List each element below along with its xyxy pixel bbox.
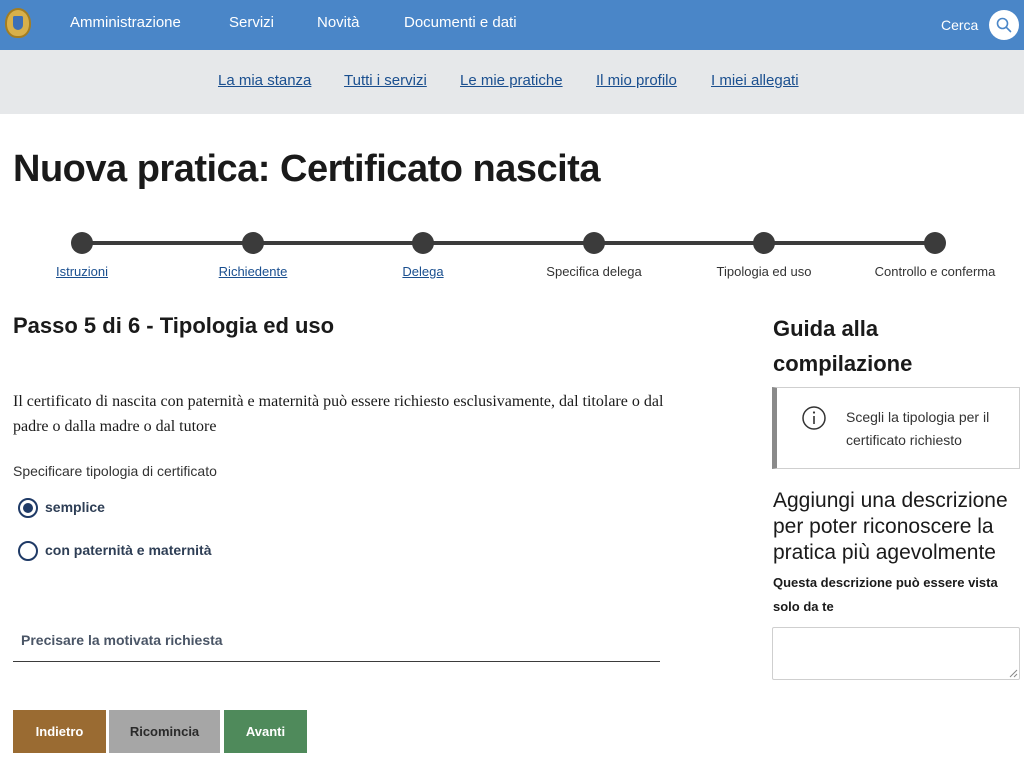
nav-amministrazione[interactable]: Amministrazione [70, 14, 181, 31]
step-label-tipologia-ed-uso: Tipologia ed uso [716, 264, 812, 279]
step-link-istruzioni[interactable]: Istruzioni [56, 264, 108, 279]
step-heading: Passo 5 di 6 - Tipologia ed uso [13, 313, 335, 338]
description-subtitle: Questa descrizione può essere vista solo… [773, 575, 998, 614]
subnav-la-mia-stanza[interactable]: La mia stanza [218, 72, 311, 89]
resize-grip-icon[interactable] [1009, 669, 1018, 678]
secondary-nav: La mia stanza Tutti i servizi Le mie pra… [0, 50, 1024, 114]
step-dot-1 [71, 232, 93, 254]
coat-of-arms-icon [13, 16, 23, 30]
step-dot-2 [242, 232, 264, 254]
step-link-delega[interactable]: Delega [402, 264, 443, 279]
step-link-richiedente[interactable]: Richiedente [219, 264, 288, 279]
motivation-input[interactable]: Precisare la motivata richiesta [13, 628, 660, 662]
search-button[interactable] [989, 10, 1019, 40]
search-icon [996, 17, 1012, 33]
subnav-il-mio-profilo[interactable]: Il mio profilo [596, 72, 677, 89]
step-dot-3 [412, 232, 434, 254]
guide-title: Guida alla compilazione [773, 316, 913, 376]
nav-novita[interactable]: Novità [317, 14, 360, 31]
nav-servizi[interactable]: Servizi [229, 14, 274, 31]
subnav-le-mie-pratiche[interactable]: Le mie pratiche [460, 72, 563, 89]
search-label[interactable]: Cerca [941, 17, 978, 33]
subnav-i-miei-allegati[interactable]: I miei allegati [711, 72, 799, 89]
subnav-tutti-i-servizi[interactable]: Tutti i servizi [344, 72, 427, 89]
step-dot-5 [753, 232, 775, 254]
guide-callout: Scegli la tipologia per il certificato r… [772, 387, 1020, 469]
restart-button[interactable]: Ricomincia [109, 710, 220, 753]
next-button[interactable]: Avanti [224, 710, 307, 753]
nav-documenti-e-dati[interactable]: Documenti e dati [404, 14, 517, 31]
info-icon [802, 406, 826, 430]
step-dot-6 [924, 232, 946, 254]
top-navbar: Amministrazione Servizi Novità Documenti… [0, 0, 1024, 50]
guide-text: Scegli la tipologia per il certificato r… [846, 409, 990, 448]
motivation-label: Precisare la motivata richiesta [21, 632, 223, 648]
radio-semplice[interactable] [18, 498, 38, 518]
stepper-line [82, 241, 935, 245]
description-title: Aggiungi una descrizione per poter ricon… [773, 489, 1008, 564]
radio-label-paternita-maternita[interactable]: con paternità e maternità [45, 542, 212, 558]
municipality-logo[interactable] [5, 8, 31, 38]
step-dot-4 [583, 232, 605, 254]
radio-paternita-maternita[interactable] [18, 541, 38, 561]
intro-text: Il certificato di nascita con paternità … [13, 393, 664, 435]
back-button[interactable]: Indietro [13, 710, 106, 753]
step-label-specifica-delega: Specifica delega [546, 264, 642, 279]
page-title: Nuova pratica: Certificato nascita [13, 148, 600, 190]
radio-label-semplice[interactable]: semplice [45, 499, 105, 515]
certificate-type-label: Specificare tipologia di certificato [13, 463, 217, 479]
description-textarea[interactable] [772, 627, 1020, 680]
step-label-controllo-e-conferma: Controllo e conferma [874, 264, 996, 279]
